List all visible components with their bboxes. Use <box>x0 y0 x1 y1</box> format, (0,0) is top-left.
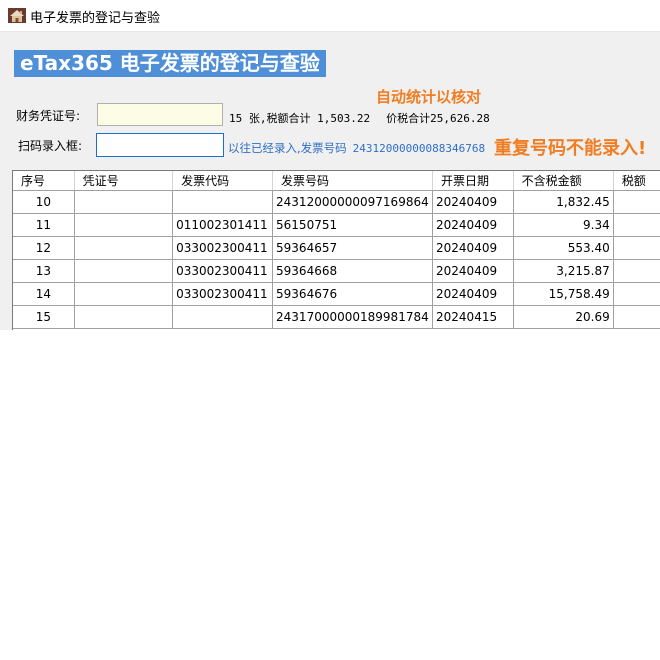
voucher-input[interactable] <box>97 103 223 126</box>
cell-seq[interactable]: 13 <box>13 259 75 283</box>
col-header-amount[interactable]: 不含税金额 <box>513 171 614 191</box>
cell-amount[interactable]: 9.34 <box>513 213 614 237</box>
invoice-table: 序号 凭证号 发票代码 发票号码 开票日期 不含税金额 税额 10 243120… <box>13 171 660 329</box>
cell-code[interactable]: 033002300411 <box>172 282 274 306</box>
table-row[interactable]: 12 033002300411 59364657 20240409 553.40 <box>13 236 660 260</box>
cell-seq[interactable]: 11 <box>13 213 75 237</box>
cell-voucher[interactable] <box>74 213 174 237</box>
cell-voucher[interactable] <box>74 190 174 214</box>
table-row[interactable]: 11 011002301411 56150751 20240409 9.34 <box>13 213 660 237</box>
cell-amount[interactable]: 20.69 <box>513 305 614 329</box>
table-header-row: 序号 凭证号 发票代码 发票号码 开票日期 不含税金额 税额 <box>13 171 660 191</box>
cell-date[interactable]: 20240409 <box>432 213 514 237</box>
cell-voucher[interactable] <box>74 236 174 260</box>
invoice-grid[interactable]: 序号 凭证号 发票代码 发票号码 开票日期 不含税金额 税额 10 243120… <box>12 170 660 330</box>
cell-voucher[interactable] <box>74 282 174 306</box>
table-row[interactable]: 14 033002300411 59364676 20240409 15,758… <box>13 282 660 306</box>
cell-seq[interactable]: 10 <box>13 190 75 214</box>
cell-code[interactable] <box>172 190 274 214</box>
cell-number[interactable]: 59364676 <box>272 282 434 306</box>
col-header-tax[interactable]: 税额 <box>613 171 660 191</box>
duplicate-warning-note: 重复号码不能录入! <box>494 138 647 159</box>
cell-voucher[interactable] <box>74 305 174 329</box>
scan-input[interactable] <box>96 133 224 157</box>
cell-tax[interactable] <box>613 282 660 306</box>
cell-amount[interactable]: 3,215.87 <box>513 259 614 283</box>
cell-number[interactable]: 59364668 <box>272 259 434 283</box>
cell-tax[interactable] <box>613 305 660 329</box>
cell-date[interactable]: 20240415 <box>432 305 514 329</box>
col-header-voucher[interactable]: 凭证号 <box>74 171 174 191</box>
cell-date[interactable]: 20240409 <box>432 282 514 306</box>
col-header-seq[interactable]: 序号 <box>13 171 75 191</box>
cell-tax[interactable] <box>613 213 660 237</box>
cell-number[interactable]: 56150751 <box>272 213 434 237</box>
table-row[interactable]: 10 24312000000097169864 20240409 1,832.4… <box>13 190 660 214</box>
cell-code[interactable] <box>172 305 274 329</box>
summary-count: 15 张,税额合计 1,503.22 <box>229 112 371 125</box>
col-header-date[interactable]: 开票日期 <box>432 171 514 191</box>
cell-tax[interactable] <box>613 190 660 214</box>
cell-code[interactable]: 033002300411 <box>172 259 274 283</box>
app-banner: eTax365 电子发票的登记与查验 <box>14 50 326 77</box>
cell-tax[interactable] <box>613 236 660 260</box>
cell-code[interactable]: 011002301411 <box>172 213 274 237</box>
house-icon <box>8 8 26 23</box>
cell-code[interactable]: 033002300411 <box>172 236 274 260</box>
cell-tax[interactable] <box>613 259 660 283</box>
cell-date[interactable]: 20240409 <box>432 259 514 283</box>
last-entered-message: 以往已经录入,发票号码 24312000000088346768 <box>228 140 485 156</box>
table-row[interactable]: 13 033002300411 59364668 20240409 3,215.… <box>13 259 660 283</box>
summary-total: 价税合计25,626.28 <box>386 112 490 125</box>
cell-seq[interactable]: 15 <box>13 305 75 329</box>
last-entered-label: 以往已经录入,发票号码 <box>228 141 347 155</box>
auto-stats-note: 自动统计以核对 <box>376 88 482 106</box>
table-row[interactable]: 15 24317000000189981784 20240415 20.69 <box>13 305 660 329</box>
cell-amount[interactable]: 15,758.49 <box>513 282 614 306</box>
col-header-number[interactable]: 发票号码 <box>272 171 434 191</box>
cell-amount[interactable]: 553.40 <box>513 236 614 260</box>
last-entered-number: 24312000000088346768 <box>352 142 486 155</box>
cell-date[interactable]: 20240409 <box>432 236 514 260</box>
cell-seq[interactable]: 14 <box>13 282 75 306</box>
title-bar: 电子发票的登记与查验 <box>0 0 660 32</box>
cell-date[interactable]: 20240409 <box>432 190 514 214</box>
voucher-label: 财务凭证号: <box>16 109 81 123</box>
col-header-code[interactable]: 发票代码 <box>172 171 274 191</box>
scan-label: 扫码录入框: <box>18 139 83 153</box>
window-title: 电子发票的登记与查验 <box>30 11 161 26</box>
cell-amount[interactable]: 1,832.45 <box>513 190 614 214</box>
cell-voucher[interactable] <box>74 259 174 283</box>
cell-number[interactable]: 24312000000097169864 <box>272 190 434 214</box>
cell-seq[interactable]: 12 <box>13 236 75 260</box>
cell-number[interactable]: 59364657 <box>272 236 434 260</box>
summary-text: 15 张,税额合计 1,503.22 价税合计25,626.28 <box>229 110 490 126</box>
app-window: 电子发票的登记与查验 eTax365 电子发票的登记与查验 自动统计以核对 财务… <box>0 0 660 330</box>
cell-number[interactable]: 24317000000189981784 <box>272 305 434 329</box>
